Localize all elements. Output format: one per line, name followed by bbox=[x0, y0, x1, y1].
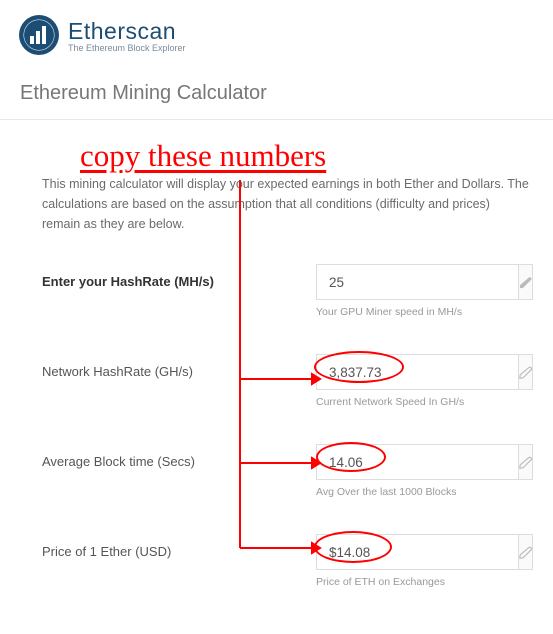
input-group-network bbox=[316, 354, 526, 390]
field-hashrate: Your GPU Miner speed in MH/s bbox=[316, 264, 529, 318]
brand-name: Etherscan bbox=[68, 18, 186, 45]
input-network[interactable] bbox=[316, 354, 518, 390]
brand-tagline: The Ethereum Block Explorer bbox=[68, 43, 186, 53]
row-hashrate: Enter your HashRate (MH/s) Your GPU Mine… bbox=[42, 264, 529, 324]
field-network: Current Network Speed In GH/s bbox=[316, 354, 529, 408]
intro-text: This mining calculator will display your… bbox=[42, 174, 529, 234]
row-blocktime: Average Block time (Secs) Avg Over the l… bbox=[42, 444, 529, 504]
label-hashrate: Enter your HashRate (MH/s) bbox=[42, 264, 316, 289]
field-price: Price of ETH on Exchanges bbox=[316, 534, 529, 588]
label-price: Price of 1 Ether (USD) bbox=[42, 534, 316, 559]
edit-icon[interactable] bbox=[518, 264, 533, 300]
site-header: Etherscan The Ethereum Block Explorer bbox=[0, 0, 553, 66]
input-group-blocktime bbox=[316, 444, 526, 480]
helper-network: Current Network Speed In GH/s bbox=[316, 396, 529, 408]
row-price: Price of 1 Ether (USD) Price of ETH on E… bbox=[42, 534, 529, 594]
field-blocktime: Avg Over the last 1000 Blocks bbox=[316, 444, 529, 498]
edit-icon[interactable] bbox=[518, 354, 533, 390]
helper-price: Price of ETH on Exchanges bbox=[316, 576, 529, 588]
input-group-hashrate bbox=[316, 264, 526, 300]
label-blocktime: Average Block time (Secs) bbox=[42, 444, 316, 469]
edit-icon[interactable] bbox=[518, 444, 533, 480]
page-title: Ethereum Mining Calculator bbox=[20, 82, 533, 105]
input-group-price bbox=[316, 534, 526, 570]
helper-blocktime: Avg Over the last 1000 Blocks bbox=[316, 486, 529, 498]
input-price[interactable] bbox=[316, 534, 518, 570]
content-area: This mining calculator will display your… bbox=[0, 120, 553, 634]
input-hashrate[interactable] bbox=[316, 264, 518, 300]
brand-block: Etherscan The Ethereum Block Explorer bbox=[68, 18, 186, 53]
helper-hashrate: Your GPU Miner speed in MH/s bbox=[316, 306, 529, 318]
input-blocktime[interactable] bbox=[316, 444, 518, 480]
etherscan-logo-icon bbox=[18, 14, 60, 56]
label-network: Network HashRate (GH/s) bbox=[42, 354, 316, 379]
page-title-bar: Ethereum Mining Calculator bbox=[0, 66, 553, 120]
row-network: Network HashRate (GH/s) Current Network … bbox=[42, 354, 529, 414]
edit-icon[interactable] bbox=[518, 534, 533, 570]
